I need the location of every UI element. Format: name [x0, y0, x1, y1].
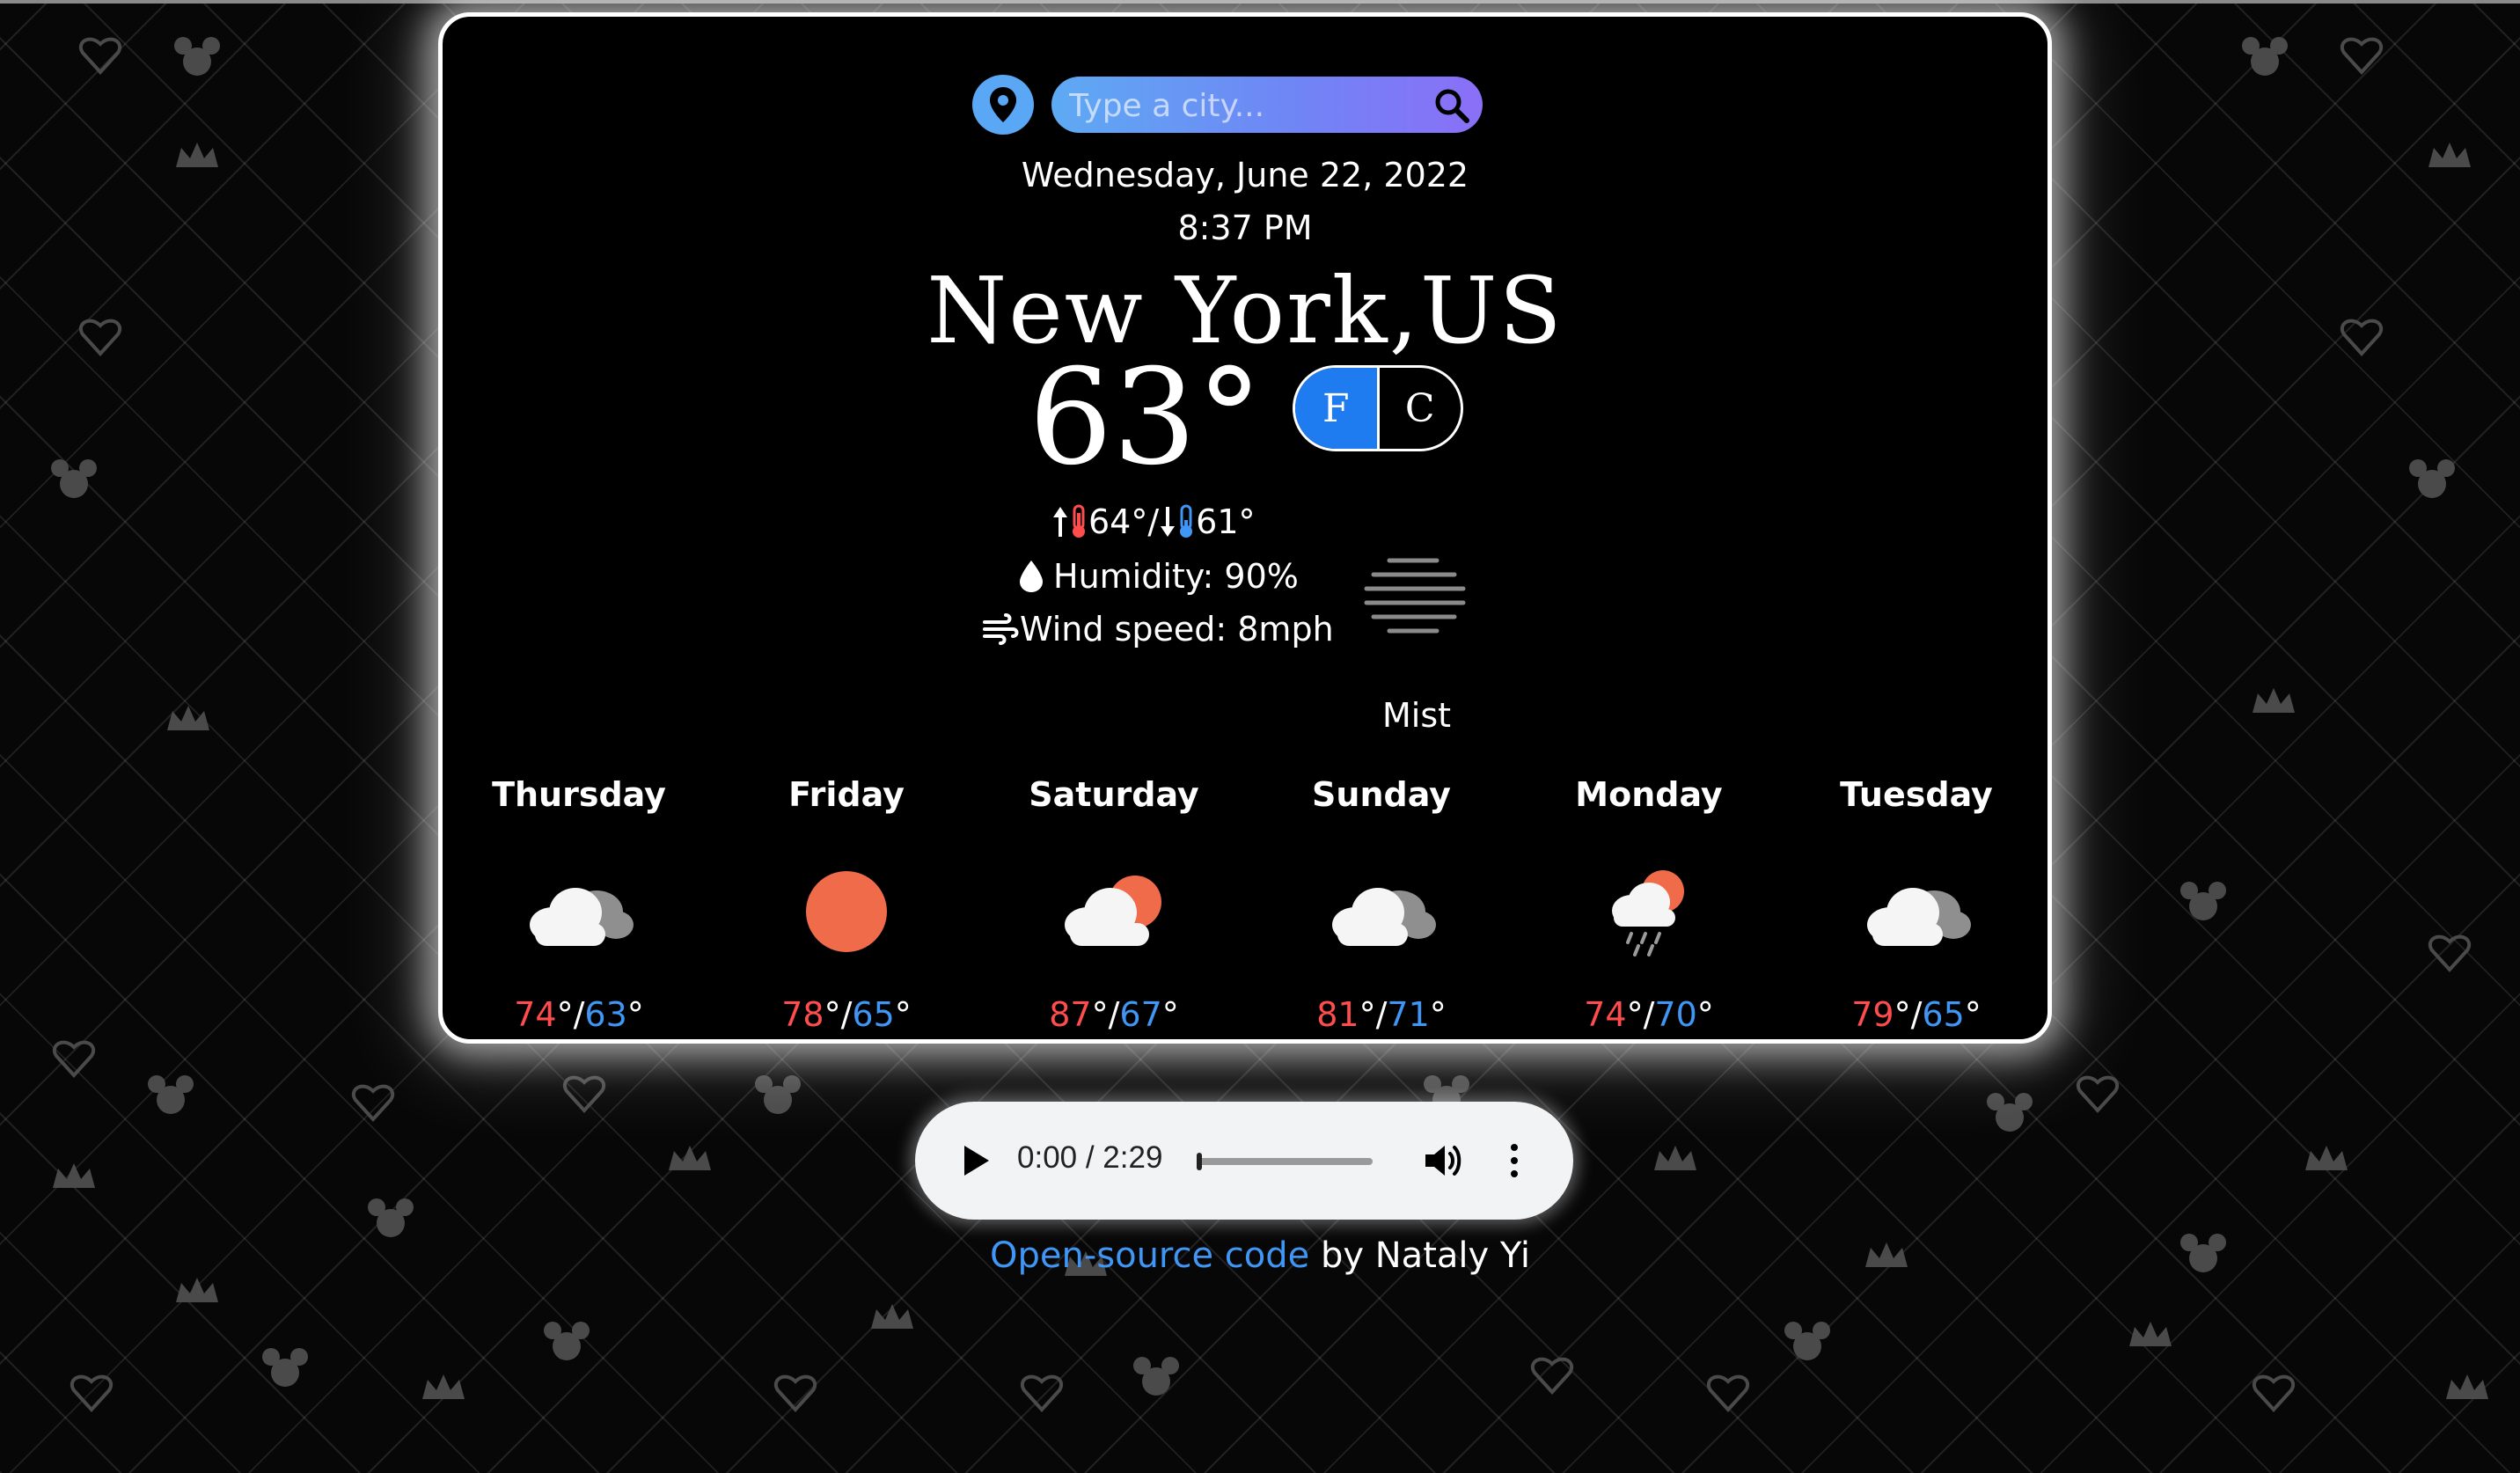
forecast-high: 79: [1851, 995, 1894, 1034]
forecast-row: Thursday 74°/63° Friday 78°/65° Saturday: [443, 775, 2048, 1039]
forecast-day-name: Tuesday: [1840, 775, 1993, 814]
forecast-temps: 81°/71°: [1316, 995, 1447, 1034]
top-border-line: [0, 0, 2520, 4]
arrow-up-icon: [1053, 507, 1067, 537]
wind-icon: [983, 613, 1019, 645]
mist-icon: [1364, 558, 1466, 634]
forecast-high: 87: [1049, 995, 1092, 1034]
thermometer-hot-icon: [1073, 504, 1085, 538]
high-low-temps: 64° / 61°: [1051, 502, 1256, 541]
forecast-low: 65: [852, 995, 895, 1034]
water-drop-icon: [1020, 561, 1043, 592]
forecast-day-name: Saturday: [1029, 775, 1199, 814]
humidity-text: Humidity: 90%: [1053, 557, 1299, 596]
forecast-day: Sunday 81°/71°: [1280, 775, 1483, 1034]
forecast-temps: 74°/63°: [514, 995, 644, 1034]
location-pin-icon: [990, 87, 1016, 122]
more-options-icon[interactable]: [1506, 1142, 1522, 1179]
forecast-high: 81: [1316, 995, 1359, 1034]
forecast-day-name: Friday: [788, 775, 905, 814]
forecast-low: 71: [1387, 995, 1430, 1034]
cloudy-icon: [530, 888, 634, 946]
wind-row: Wind speed: 8mph: [983, 610, 1334, 649]
forecast-day: Tuesday 79°/65°: [1815, 775, 2018, 1034]
cloudy-icon: [1332, 888, 1436, 946]
forecast-high: 74: [514, 995, 557, 1034]
current-date: Wednesday, June 22, 2022: [1021, 156, 1469, 194]
footer-author: by Nataly Yi: [1309, 1235, 1531, 1276]
audio-time: 0:00 / 2:29: [1017, 1140, 1163, 1175]
cloudy-icon: [1867, 888, 1971, 946]
forecast-day-name: Thursday: [492, 775, 666, 814]
forecast-day: Friday 78°/65°: [745, 775, 948, 1034]
forecast-day-name: Monday: [1575, 775, 1723, 814]
forecast-day-name: Sunday: [1312, 775, 1451, 814]
audio-seek-bar[interactable]: [1197, 1158, 1373, 1165]
search-icon[interactable]: [1433, 87, 1470, 124]
temp-separator: /: [1147, 502, 1160, 541]
forecast-low: 63: [584, 995, 627, 1034]
volume-icon[interactable]: [1424, 1142, 1462, 1179]
forecast-day: Monday 74°/70°: [1548, 775, 1750, 1034]
forecast-day: Saturday 87°/67°: [1013, 775, 1215, 1034]
wind-text: Wind speed: 8mph: [1020, 610, 1334, 649]
forecast-temps: 74°/70°: [1584, 995, 1714, 1034]
forecast-low: 65: [1922, 995, 1965, 1034]
forecast-low: 67: [1119, 995, 1162, 1034]
current-time: 8:37 PM: [1177, 209, 1313, 247]
high-temp: 64°: [1088, 502, 1148, 541]
forecast-temps: 79°/65°: [1851, 995, 1982, 1034]
celsius-button[interactable]: C: [1380, 368, 1461, 449]
sun-icon: [806, 871, 887, 952]
footer: Open-source code by Nataly Yi: [0, 1235, 2520, 1276]
unit-toggle: F C: [1293, 365, 1463, 451]
humidity-row: Humidity: 90%: [1016, 557, 1299, 596]
forecast-day: Thursday 74°/63°: [478, 775, 680, 1034]
search-box: [1051, 77, 1483, 133]
forecast-high: 78: [781, 995, 824, 1034]
audio-player: 0:00 / 2:29: [915, 1102, 1573, 1220]
forecast-temps: 78°/65°: [781, 995, 912, 1034]
thermometer-cold-icon: [1180, 504, 1193, 538]
search-row: [972, 75, 1491, 135]
arrow-down-icon: [1161, 507, 1176, 537]
rain-icon: [1612, 870, 1684, 956]
current-location-button[interactable]: [972, 75, 1034, 135]
city-search-input[interactable]: [1067, 84, 1423, 128]
audio-seek-handle[interactable]: [1197, 1153, 1202, 1170]
open-source-link[interactable]: Open-source code: [990, 1235, 1309, 1276]
weather-description: Mist: [1382, 696, 1452, 735]
fahrenheit-button[interactable]: F: [1295, 368, 1380, 449]
weather-card: Wednesday, June 22, 2022 8:37 PM New Yor…: [438, 12, 2052, 1044]
low-temp: 61°: [1196, 502, 1256, 541]
forecast-temps: 87°/67°: [1049, 995, 1179, 1034]
play-icon[interactable]: [957, 1142, 993, 1179]
partly-cloudy-icon: [1065, 876, 1161, 946]
forecast-high: 74: [1584, 995, 1627, 1034]
current-temperature: 63°: [1029, 341, 1263, 495]
forecast-low: 70: [1654, 995, 1697, 1034]
